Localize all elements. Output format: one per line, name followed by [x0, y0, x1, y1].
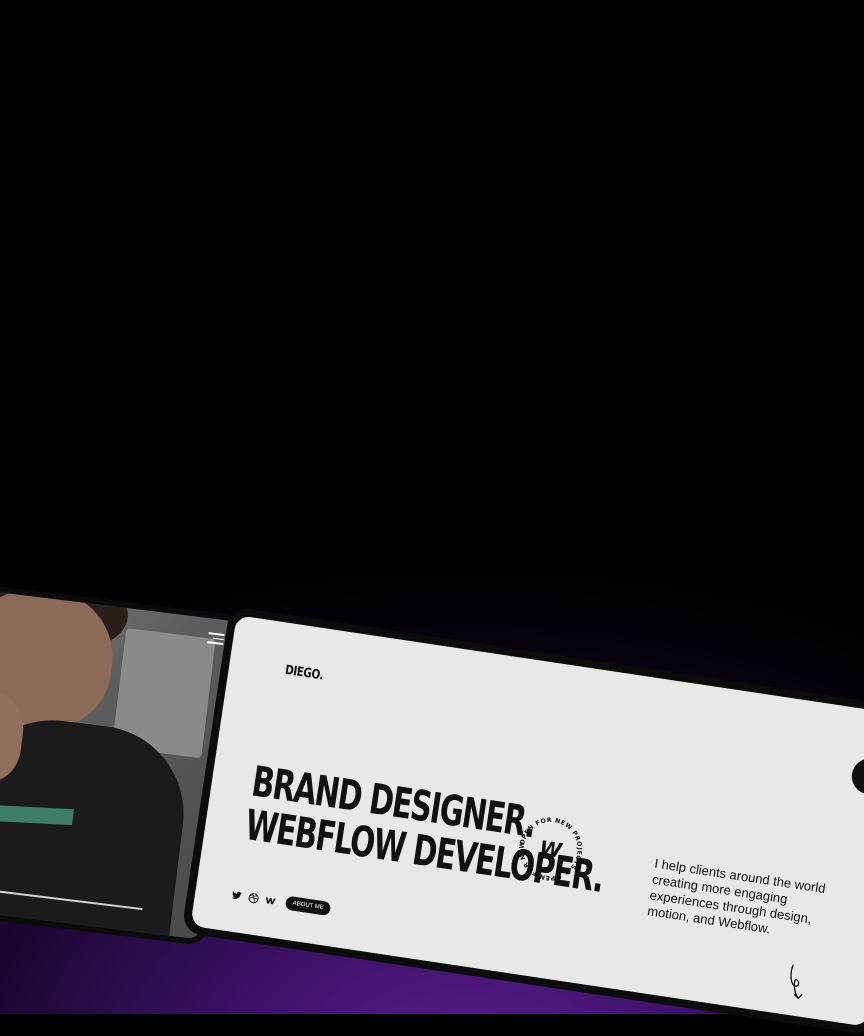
site-logo[interactable]: DIEGO. [284, 663, 324, 683]
showcase-scene: DIEGO. BRAND DESIGNER. WEBFLOW DEVELOPER… [0, 0, 864, 1036]
website-preview-frame: DIEGO. BRAND DESIGNER. WEBFLOW DEVELOPER… [181, 606, 864, 1036]
webflow-badge-icon: W [538, 836, 564, 863]
floating-action-button[interactable] [849, 755, 864, 797]
scroll-down-arrow-icon[interactable] [784, 963, 812, 1006]
menu-icon[interactable] [207, 632, 225, 645]
website-hero: DIEGO. BRAND DESIGNER. WEBFLOW DEVELOPER… [190, 615, 864, 1027]
dribbble-icon[interactable] [247, 891, 260, 904]
webflow-icon[interactable] [264, 894, 277, 907]
about-me-button[interactable]: ABOUT ME [284, 895, 332, 917]
intro-paragraph: I help clients around the world creating… [646, 855, 827, 937]
social-links: ABOUT ME [230, 887, 332, 917]
twitter-icon[interactable] [231, 889, 244, 902]
open-for-projects-badge: OPEN FOR NEW PROJECTS ★ OPEN FOR NEW PRO… [511, 809, 588, 885]
